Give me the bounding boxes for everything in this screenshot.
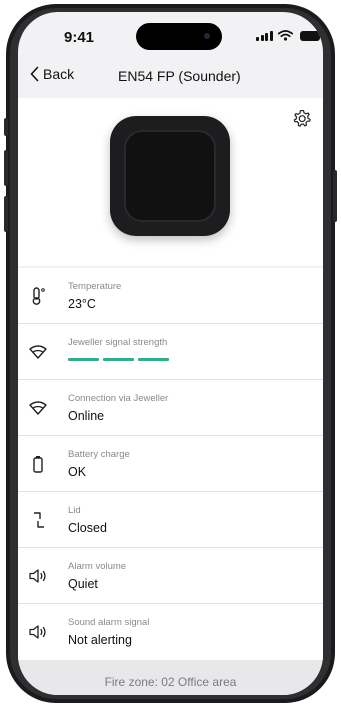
side-button-volume-down: [4, 196, 8, 232]
status-time: 9:41: [64, 29, 95, 46]
row-value: Closed: [68, 521, 107, 535]
dynamic-island: [136, 23, 222, 50]
signal-bar: [68, 358, 99, 361]
row-jeweller-signal: Jeweller signal strength: [18, 324, 323, 379]
chevron-left-icon: [30, 66, 39, 82]
row-temperature: Temperature 23°C: [18, 268, 323, 323]
row-label: Connection via Jeweller: [68, 393, 169, 404]
app-screen: 9:41 Back EN54 FP (Sounder) Temperature …: [18, 12, 323, 695]
device-face: [124, 130, 216, 222]
row-label: Battery charge: [68, 449, 130, 460]
camera-icon: [204, 33, 210, 39]
zone-label: Fire zone: 02 Office area: [104, 675, 237, 689]
row-value: Quiet: [68, 577, 98, 591]
battery-status-icon: [299, 31, 320, 41]
row-value: Online: [68, 409, 105, 423]
row-sound-alarm: Sound alarm signal Not alerting: [18, 604, 323, 659]
row-label: Alarm volume: [68, 561, 127, 572]
row-lid: Lid Closed: [18, 492, 323, 547]
back-button[interactable]: Back: [30, 66, 74, 82]
battery-icon: [33, 456, 43, 473]
back-label: Back: [43, 66, 75, 82]
signal-bar: [138, 358, 169, 361]
page-title: EN54 FP (Sounder): [118, 68, 241, 84]
row-label: Sound alarm signal: [68, 617, 150, 628]
wifi-icon: [277, 30, 293, 41]
row-connection: Connection via Jeweller Online: [18, 380, 323, 435]
row-label: Jeweller signal strength: [68, 337, 168, 348]
side-button-volume-up: [4, 150, 8, 186]
gear-icon[interactable]: [291, 108, 313, 130]
jeweller-signal-icon: [29, 345, 47, 359]
row-value: 23°C: [68, 297, 96, 311]
lid-icon: [34, 512, 44, 528]
row-value: Not alerting: [68, 633, 132, 647]
signal-strength-bars: [68, 358, 169, 361]
row-label: Temperature: [68, 281, 122, 292]
zone-footer: Fire zone: 02 Office area: [18, 660, 323, 695]
speaker-icon: [29, 569, 46, 583]
side-button-power: [333, 170, 337, 222]
status-bar: 9:41: [18, 12, 323, 56]
device-image: [110, 116, 230, 236]
jeweller-connection-icon: [29, 401, 47, 415]
device-hero: [18, 98, 323, 266]
row-value: OK: [68, 465, 87, 479]
nav-bar: Back EN54 FP (Sounder): [18, 60, 323, 92]
row-label: Lid: [68, 505, 81, 516]
speaker-icon: [29, 625, 46, 639]
device-status-list: Temperature 23°C Jeweller signal strengt…: [18, 268, 323, 660]
signal-bar: [103, 358, 134, 361]
status-icons: [256, 30, 320, 41]
row-battery: Battery charge OK: [18, 436, 323, 491]
thermometer-icon: [32, 287, 45, 305]
side-button-mute: [4, 118, 8, 136]
row-alarm-volume: Alarm volume Quiet: [18, 548, 323, 603]
cellular-signal-icon: [256, 30, 273, 41]
